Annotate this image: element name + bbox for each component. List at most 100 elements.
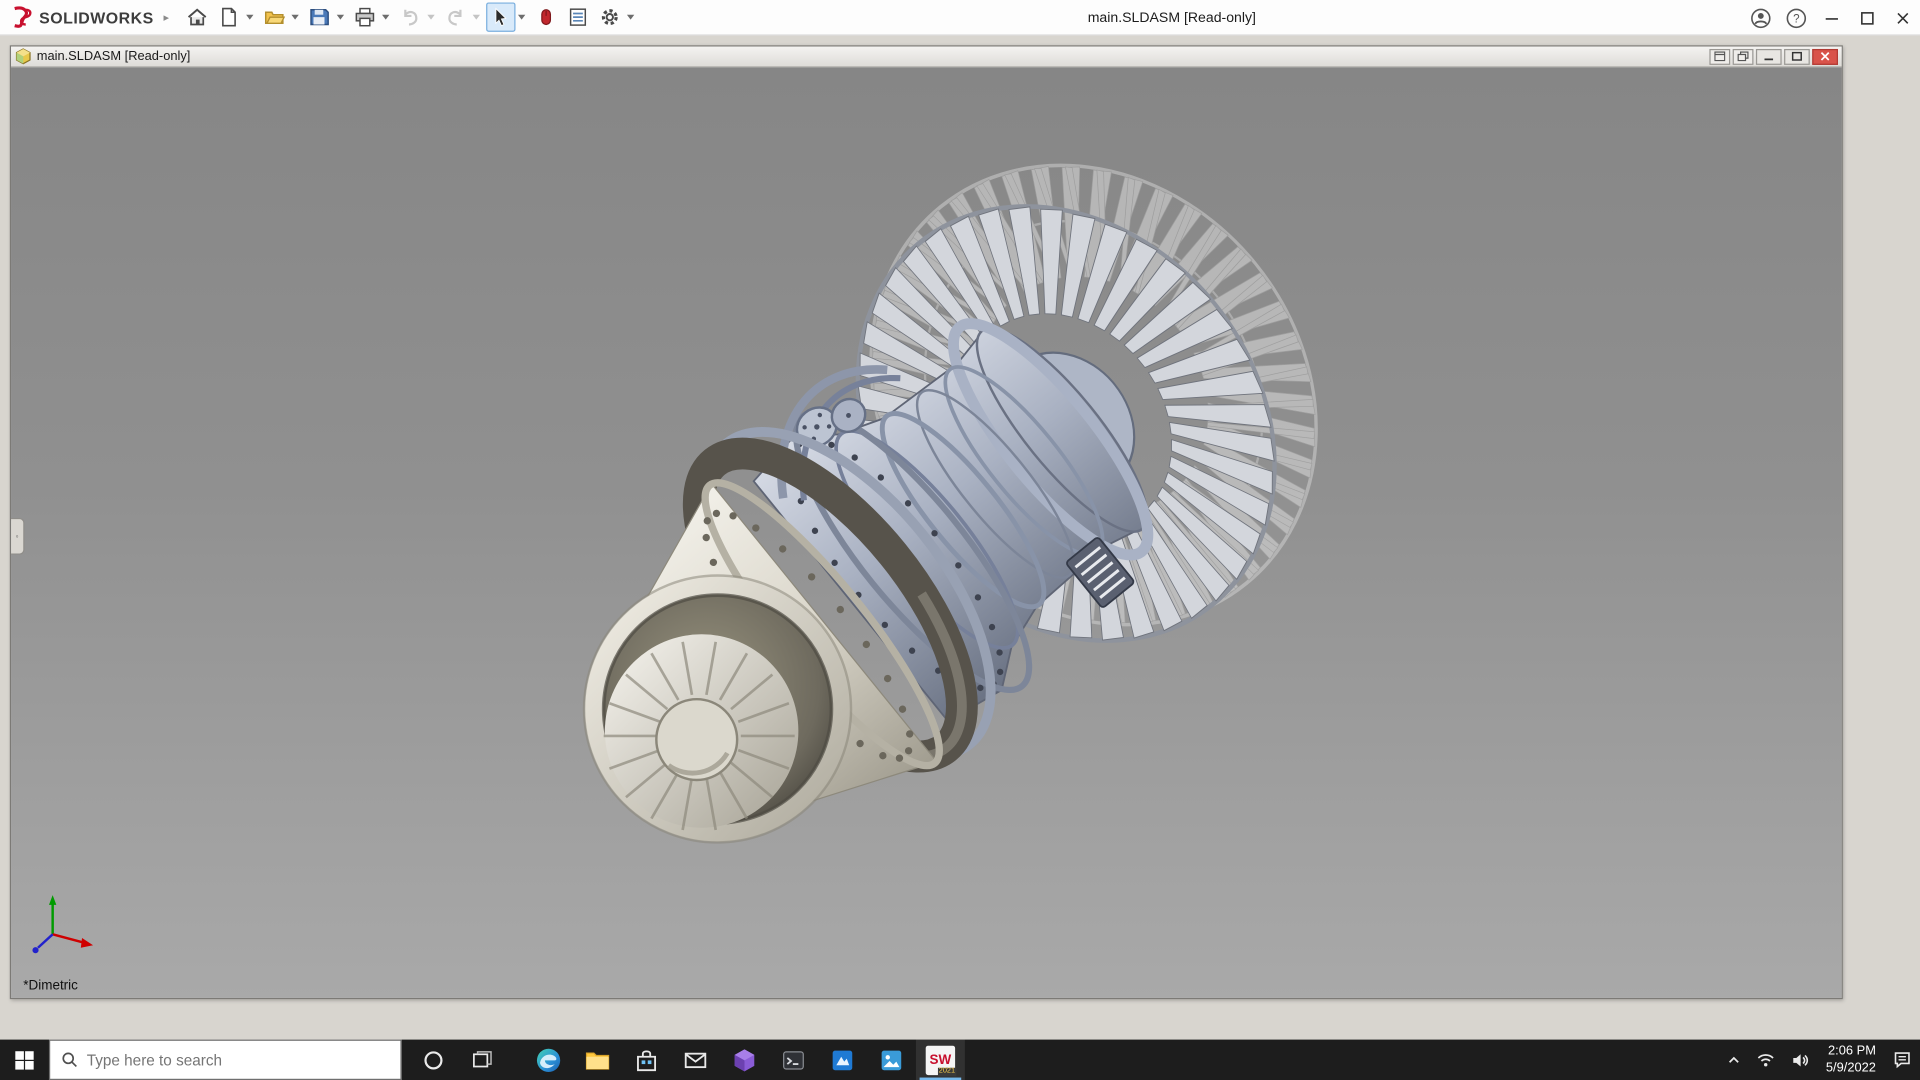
doc-close-icon	[1820, 51, 1831, 61]
task-view-button[interactable]	[458, 1040, 507, 1080]
select-dropdown[interactable]	[518, 15, 525, 20]
view-orientation-label: *Dimetric	[23, 978, 78, 993]
account-button[interactable]	[1742, 0, 1778, 36]
save-icon	[309, 6, 331, 28]
taskbar-app-store[interactable]	[622, 1040, 671, 1080]
taskbar-app-blue[interactable]	[818, 1040, 867, 1080]
close-icon	[1891, 7, 1913, 29]
volume-button[interactable]	[1783, 1040, 1817, 1080]
screen: SOLIDWORKS ▸	[0, 0, 1920, 1080]
taskbar-app-cube[interactable]	[720, 1040, 769, 1080]
file-explorer-icon	[583, 1045, 612, 1074]
doc-close-button[interactable]	[1812, 48, 1838, 64]
dark-app-icon	[779, 1045, 808, 1074]
action-center-button[interactable]	[1884, 1040, 1920, 1080]
solidworks-icon: SW 2021	[926, 1045, 955, 1074]
clock-date: 5/9/2022	[1826, 1060, 1876, 1077]
blue-app-icon	[828, 1045, 857, 1074]
document-title: main.SLDASM [Read-only]	[37, 49, 191, 64]
taskbar-clock[interactable]: 2:06 PM 5/9/2022	[1817, 1043, 1884, 1076]
file-properties-button[interactable]	[563, 2, 592, 31]
undo-dropdown[interactable]	[427, 15, 434, 20]
doc-tile-button[interactable]	[1709, 48, 1730, 64]
save-button[interactable]	[305, 2, 334, 31]
undo-icon	[399, 6, 421, 28]
maximize-icon	[1856, 7, 1878, 29]
doc-restore-icon	[1791, 51, 1802, 61]
doc-restore-button[interactable]	[1784, 48, 1810, 64]
gear-icon	[599, 6, 621, 28]
assembly-icon	[15, 48, 32, 65]
print-dropdown[interactable]	[382, 15, 389, 20]
document-window: main.SLDASM [Read-only]	[10, 45, 1843, 999]
help-button[interactable]: ?	[1778, 0, 1814, 36]
cortana-icon	[422, 1049, 444, 1071]
file-properties-icon	[567, 6, 589, 28]
tray-expand-button[interactable]	[1719, 1040, 1748, 1080]
open-folder-icon	[263, 6, 285, 28]
taskbar-spacer	[507, 1040, 524, 1080]
redo-button[interactable]	[441, 2, 470, 31]
select-cursor-icon	[490, 6, 512, 28]
doc-minimize-icon	[1763, 51, 1774, 61]
minimize-button[interactable]	[1813, 0, 1849, 36]
taskbar-search[interactable]	[49, 1040, 402, 1080]
undo-button[interactable]	[396, 2, 425, 31]
new-document-icon	[218, 6, 240, 28]
app-window-title: main.SLDASM [Read-only]	[1088, 0, 1256, 36]
print-icon	[354, 6, 376, 28]
doc-minimize-button[interactable]	[1756, 48, 1782, 64]
app-window-controls: ?	[1742, 0, 1920, 36]
save-dropdown[interactable]	[337, 15, 344, 20]
taskbar-app-dark[interactable]	[769, 1040, 818, 1080]
mouse-gestures-icon	[535, 6, 557, 28]
cascade-icon	[1738, 51, 1749, 61]
viewport-3d[interactable]: ◦ *Dimetric	[11, 67, 1842, 998]
system-tray: 2:06 PM 5/9/2022	[1719, 1040, 1920, 1080]
solidworks-icon-text: SW	[930, 1052, 952, 1067]
mouse-gestures-button[interactable]	[532, 2, 561, 31]
cube-app-icon	[730, 1045, 759, 1074]
taskbar-app-photos[interactable]	[867, 1040, 916, 1080]
maximize-button[interactable]	[1849, 0, 1885, 36]
new-document-dropdown[interactable]	[246, 15, 253, 20]
taskbar-app-file-explorer[interactable]	[573, 1040, 622, 1080]
nozzle[interactable]	[584, 576, 851, 843]
taskbar-app-solidworks[interactable]: SW 2021	[916, 1040, 965, 1080]
network-button[interactable]	[1749, 1040, 1783, 1080]
volume-icon	[1790, 1050, 1810, 1070]
print-button[interactable]	[350, 2, 379, 31]
account-icon	[1749, 7, 1771, 29]
photos-icon	[877, 1045, 906, 1074]
start-button[interactable]	[0, 1040, 49, 1080]
feature-tree-collapsed-tab[interactable]: ◦	[11, 518, 24, 555]
document-titlebar[interactable]: main.SLDASM [Read-only]	[11, 47, 1842, 68]
app-titlebar: SOLIDWORKS ▸	[0, 0, 1920, 36]
home-icon	[186, 6, 208, 28]
mail-icon	[681, 1045, 710, 1074]
windows-logo-icon	[13, 1049, 35, 1071]
home-button[interactable]	[183, 2, 212, 31]
search-input[interactable]	[87, 1051, 390, 1068]
main-toolbar	[181, 0, 639, 34]
options-button[interactable]	[595, 2, 624, 31]
doc-cascade-button[interactable]	[1733, 48, 1754, 64]
close-button[interactable]	[1884, 0, 1920, 36]
taskbar-app-mail[interactable]	[671, 1040, 720, 1080]
orientation-triad[interactable]	[32, 895, 93, 953]
task-view-icon	[471, 1049, 493, 1071]
clock-time: 2:06 PM	[1826, 1043, 1876, 1060]
help-icon: ?	[1785, 7, 1807, 29]
toolbar-expand-arrow[interactable]: ▸	[164, 10, 170, 23]
options-dropdown[interactable]	[627, 15, 634, 20]
redo-icon	[445, 6, 467, 28]
open-button[interactable]	[260, 2, 289, 31]
chevron-up-icon	[1727, 1052, 1742, 1067]
redo-dropdown[interactable]	[473, 15, 480, 20]
open-dropdown[interactable]	[292, 15, 299, 20]
new-document-button[interactable]	[214, 2, 243, 31]
cortana-button[interactable]	[409, 1040, 458, 1080]
select-tool-button[interactable]	[486, 2, 515, 31]
taskbar-app-edge[interactable]	[524, 1040, 573, 1080]
engine-model[interactable]	[11, 67, 1842, 998]
